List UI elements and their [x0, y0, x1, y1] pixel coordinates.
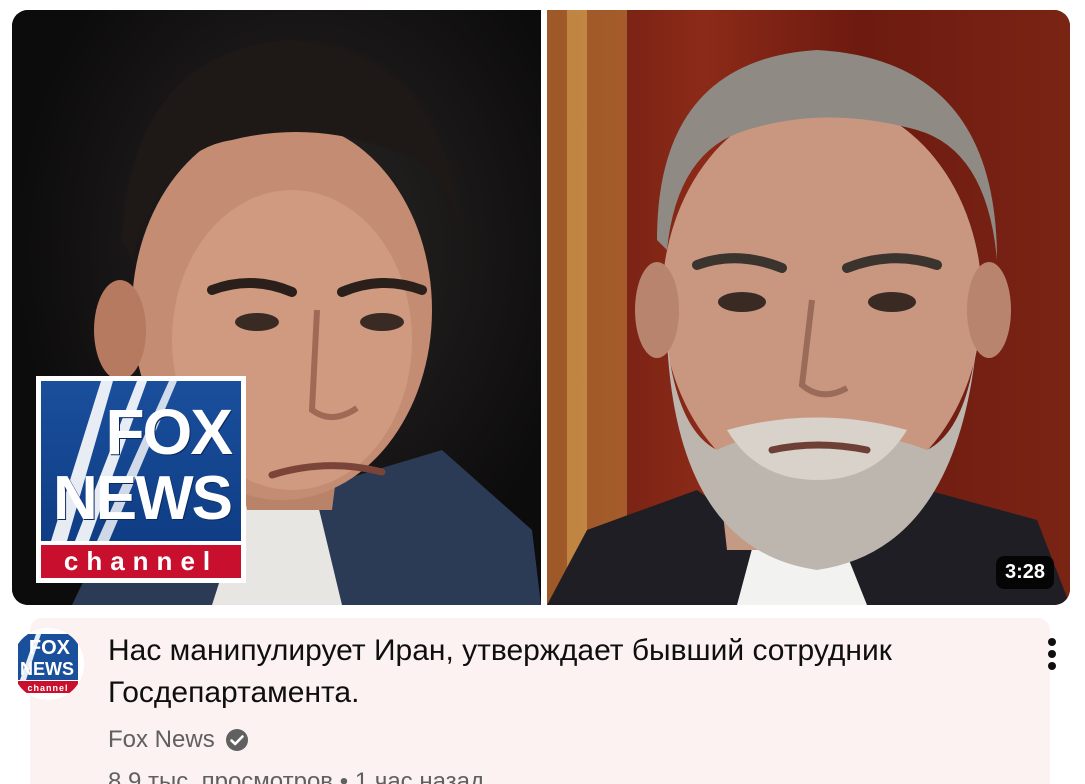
upload-age: 1 час назад — [354, 768, 485, 784]
stats-separator: • — [339, 768, 349, 784]
video-card: FOX NEWS channel 3:28 FOX NEWS channel Н… — [0, 0, 1085, 784]
logo-word-fox: FOX — [105, 396, 233, 468]
video-title[interactable]: Нас манипулирует Иран, утверждает бывший… — [108, 630, 1008, 714]
view-count: 8,9 тыс. просмотров — [108, 768, 334, 784]
avatar-word-news: NEWS — [20, 659, 74, 679]
video-stats: 8,9 тыс. просмотров • 1 час назад — [108, 768, 484, 784]
fox-news-logo: FOX NEWS channel — [36, 376, 246, 583]
logo-word-channel: channel — [41, 545, 241, 578]
video-duration-badge: 3:28 — [995, 556, 1054, 589]
channel-link[interactable]: Fox News — [108, 726, 249, 754]
video-thumbnail[interactable]: FOX NEWS channel 3:28 — [12, 10, 1070, 605]
avatar-word-channel: channel — [27, 683, 68, 693]
verified-check-icon — [225, 729, 248, 751]
logo-word-news: NEWS — [53, 464, 233, 533]
more-options-button[interactable] — [1038, 636, 1066, 676]
fox-news-avatar-logo: FOX NEWS channel — [12, 628, 84, 700]
channel-avatar[interactable]: FOX NEWS channel — [12, 628, 84, 700]
more-vert-icon — [1048, 638, 1056, 670]
thumbnail-left-photo: FOX NEWS channel — [12, 10, 541, 605]
channel-name[interactable]: Fox News — [108, 726, 215, 754]
avatar-word-fox: FOX — [29, 637, 71, 659]
thumbnail-right-photo — [547, 10, 1070, 605]
